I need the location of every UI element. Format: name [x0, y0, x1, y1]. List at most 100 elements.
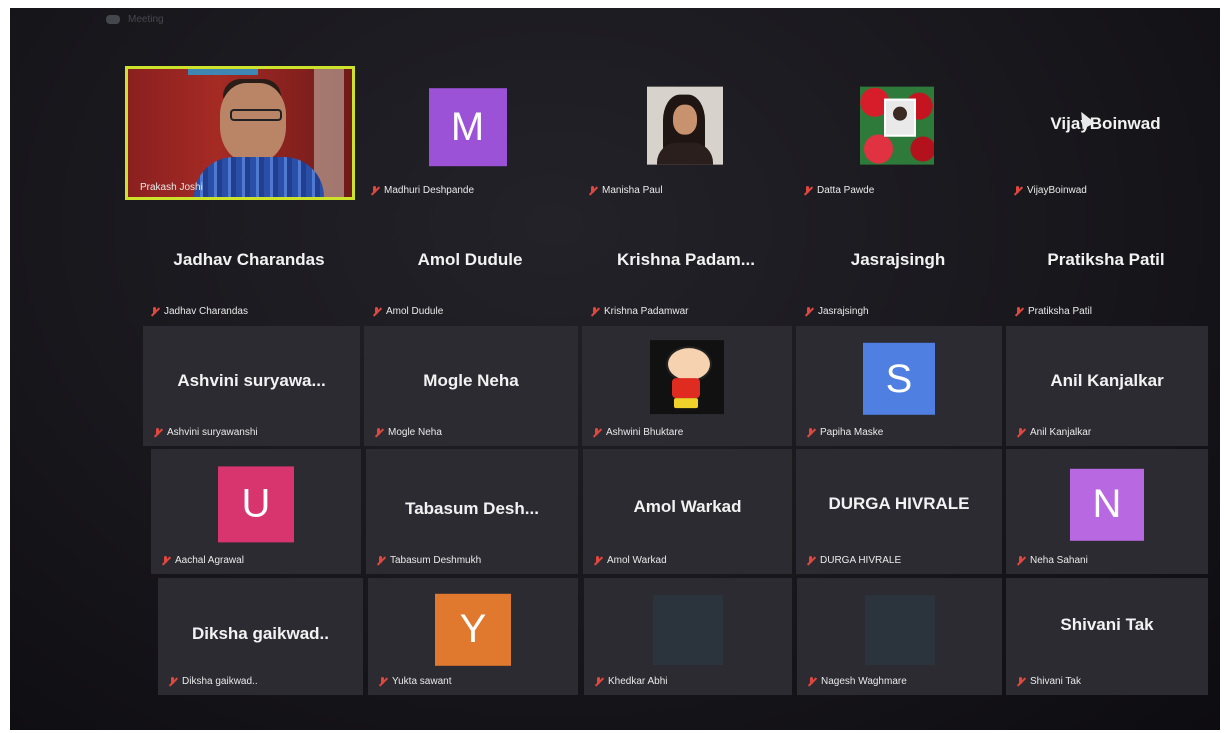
participant-tile[interactable]: Jasrajsingh Jasrajsingh: [794, 213, 1002, 325]
avatar-square: S: [863, 342, 935, 415]
participant-name-label: Neha Sahani: [1016, 555, 1088, 566]
participant-tile-active-speaker[interactable]: Prakash Joshi: [125, 66, 355, 200]
participant-name-label: DURGA HIVRALE: [806, 555, 901, 566]
participant-tile[interactable]: Ashvini suryawa... Ashvini suryawanshi: [143, 326, 360, 446]
photo-portrait: [884, 98, 916, 137]
participant-name-label: Papiha Maske: [806, 427, 883, 438]
participant-tile[interactable]: Shivani Tak Shivani Tak: [1006, 578, 1208, 695]
cartoon-avatar-icon: [650, 340, 724, 415]
mic-muted-icon: [592, 427, 601, 438]
mic-muted-icon: [806, 555, 815, 566]
participant-name-label: VijayBoinwad: [1013, 185, 1087, 196]
window-title: Meeting: [128, 13, 164, 25]
cartoon-legs: [674, 398, 698, 409]
participant-display-name: Mogle Neha: [423, 371, 519, 391]
mic-muted-icon: [1016, 555, 1025, 566]
participant-tile[interactable]: Jadhav Charandas Jadhav Charandas: [140, 213, 358, 325]
participant-name-label: Jadhav Charandas: [150, 306, 248, 317]
participant-tile[interactable]: N Neha Sahani: [1006, 449, 1208, 574]
participant-display-name: VijayBoinwad: [1050, 113, 1161, 133]
app-icon: [106, 14, 120, 24]
participant-name-label: Krishna Padamwar: [590, 306, 688, 317]
video-person-glasses: [230, 109, 282, 121]
participant-tile[interactable]: Mogle Neha Mogle Neha: [364, 326, 578, 446]
mic-muted-icon: [803, 185, 812, 196]
mic-muted-icon: [161, 555, 170, 566]
participant-name-label: Datta Pawde: [803, 185, 874, 196]
participant-video: Prakash Joshi: [128, 69, 352, 197]
participant-tile[interactable]: Ashwini Bhuktare: [582, 326, 792, 446]
mic-muted-icon: [150, 306, 159, 317]
participant-name-label: Shivani Tak: [1016, 676, 1081, 687]
participant-name-label: Amol Warkad: [593, 555, 667, 566]
participant-tile[interactable]: Y Yukta sawant: [368, 578, 578, 695]
mic-muted-icon: [1016, 427, 1025, 438]
participant-name: Prakash Joshi: [140, 182, 203, 193]
participant-name-label: Madhuri Deshpande: [370, 185, 474, 196]
participant-name-label: Jasrajsingh: [804, 306, 869, 317]
participant-tile[interactable]: Anil Kanjalkar Anil Kanjalkar: [1006, 326, 1208, 446]
participant-display-name: Krishna Padam...: [617, 250, 755, 270]
participant-tile[interactable]: Khedkar Abhi: [584, 578, 792, 695]
mic-muted-icon: [153, 427, 162, 438]
participant-name-label: Amol Dudule: [372, 306, 443, 317]
participant-name-label: Aachal Agrawal: [161, 555, 244, 566]
blank-avatar-icon: [864, 594, 935, 665]
mic-muted-icon: [804, 306, 813, 317]
mic-muted-icon: [1014, 306, 1023, 317]
participant-display-name: Shivani Tak: [1060, 614, 1154, 634]
blank-avatar-icon: [653, 594, 723, 665]
photo-face: [672, 104, 697, 135]
participant-name-label: Prakash Joshi: [140, 182, 203, 193]
participant-tile[interactable]: Krishna Padam... Krishna Padamwar: [580, 213, 792, 325]
participant-display-name: Diksha gaikwad..: [192, 624, 329, 644]
participant-tile[interactable]: Pratiksha Patil Pratiksha Patil: [1004, 213, 1208, 325]
mic-muted-icon: [376, 555, 385, 566]
video-person-shirt: [194, 157, 324, 197]
participant-tile[interactable]: Datta Pawde: [793, 66, 1001, 204]
participant-display-name: Ashvini suryawa...: [177, 371, 326, 391]
cartoon-head: [666, 346, 712, 383]
mic-muted-icon: [594, 676, 603, 687]
participant-tile[interactable]: Amol Warkad Amol Warkad: [583, 449, 792, 574]
participant-name-label: Manisha Paul: [588, 185, 663, 196]
profile-photo: [646, 86, 723, 165]
mic-muted-icon: [590, 306, 599, 317]
video-person-face: [220, 83, 286, 163]
participant-tile[interactable]: S Papiha Maske: [796, 326, 1002, 446]
participant-name-label: Tabasum Deshmukh: [376, 555, 481, 566]
participant-tile[interactable]: Nagesh Waghmare: [797, 578, 1002, 695]
mic-muted-icon: [1013, 185, 1022, 196]
participant-tile[interactable]: DURGA HIVRALE DURGA HIVRALE: [796, 449, 1002, 574]
mic-muted-icon: [806, 427, 815, 438]
participant-tile[interactable]: VijayBoinwad VijayBoinwad: [1003, 66, 1208, 204]
mic-muted-icon: [168, 676, 177, 687]
profile-photo: [860, 86, 934, 165]
participant-tile[interactable]: M Madhuri Deshpande: [360, 66, 575, 204]
participant-display-name: Pratiksha Patil: [1047, 250, 1165, 270]
participant-tile[interactable]: U Aachal Agrawal: [151, 449, 361, 574]
participant-name-label: Yukta sawant: [378, 676, 451, 687]
mic-muted-icon: [1016, 676, 1025, 687]
participant-display-name: Anil Kanjalkar: [1050, 371, 1164, 391]
mic-muted-icon: [807, 676, 816, 687]
avatar-square: N: [1070, 468, 1144, 541]
participant-name-label: Khedkar Abhi: [594, 676, 668, 687]
participant-name-label: Ashwini Bhuktare: [592, 427, 683, 438]
participant-display-name: Jadhav Charandas: [173, 250, 325, 270]
avatar-square: Y: [435, 593, 511, 666]
participant-tile[interactable]: Diksha gaikwad.. Diksha gaikwad..: [158, 578, 363, 695]
photo-body: [656, 142, 713, 165]
participant-name-label: Diksha gaikwad..: [168, 676, 258, 687]
video-background-frame: [188, 69, 258, 75]
participant-name-label: Nagesh Waghmare: [807, 676, 907, 687]
window-titlebar: Meeting: [106, 10, 164, 28]
participant-name-label: Ashvini suryawanshi: [153, 427, 258, 438]
participant-tile[interactable]: Amol Dudule Amol Dudule: [362, 213, 578, 325]
participant-tile[interactable]: Manisha Paul: [578, 66, 791, 204]
participant-tile[interactable]: Tabasum Desh... Tabasum Deshmukh: [366, 449, 578, 574]
mic-muted-icon: [593, 555, 602, 566]
participant-display-name: Amol Warkad: [633, 496, 742, 516]
cartoon-body: [672, 378, 700, 399]
participant-name-label: Anil Kanjalkar: [1016, 427, 1091, 438]
